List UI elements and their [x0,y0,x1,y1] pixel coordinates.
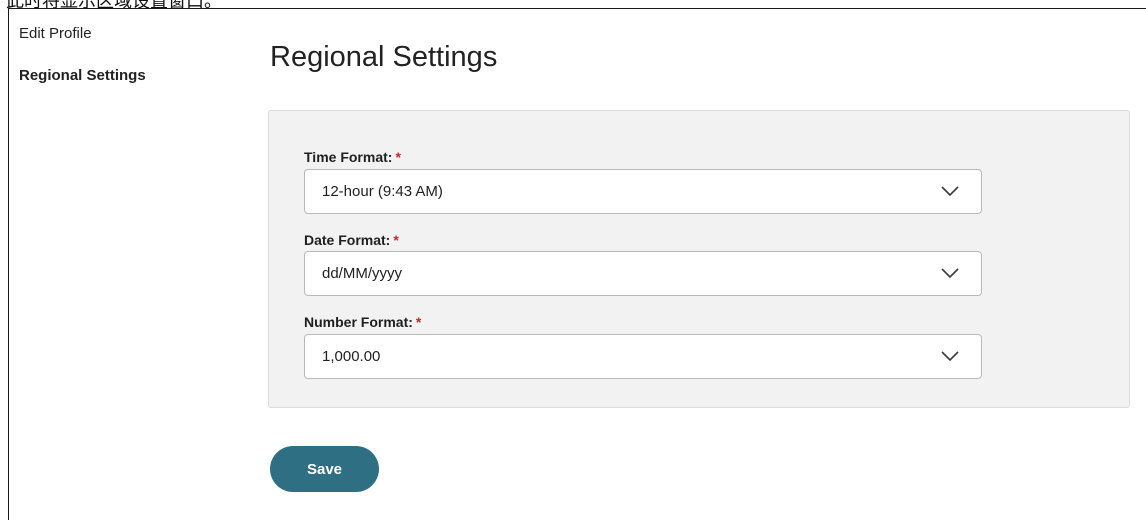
date-format-value: dd/MM/yyyy [322,265,403,282]
chevron-down-icon [941,186,959,197]
chevron-down-icon [941,351,959,362]
page-title: Regional Settings [270,41,498,73]
required-marker: * [395,149,401,165]
number-format-select[interactable]: 1,000.00 [304,334,982,379]
number-format-label-text: Number Format: [304,314,413,330]
time-format-select[interactable]: 12-hour (9:43 AM) [304,169,982,214]
chevron-down-icon [941,268,959,279]
number-format-value: 1,000.00 [322,348,381,365]
required-marker: * [415,314,422,330]
number-format-label: Number Format: * [304,313,421,331]
date-format-label: Date Format: * [304,231,399,249]
save-button[interactable]: Save [270,446,379,492]
date-format-select[interactable]: dd/MM/yyyy [304,251,982,296]
time-format-label-text: Time Format: [304,149,393,165]
sidebar-item-regional-settings[interactable]: Regional Settings [19,66,146,86]
page: 此时将显示区域设置窗口。 Edit Profile Regional Setti… [0,0,1146,520]
required-marker: * [393,232,399,248]
sidebar-item-edit-profile[interactable]: Edit Profile [19,24,92,44]
date-format-label-text: Date Format: [304,232,391,248]
time-format-label: Time Format: * [304,148,401,166]
time-format-value: 12-hour (9:43 AM) [322,183,443,200]
settings-panel: Time Format: * 12-hour (9:43 AM) Date For… [268,110,1130,408]
